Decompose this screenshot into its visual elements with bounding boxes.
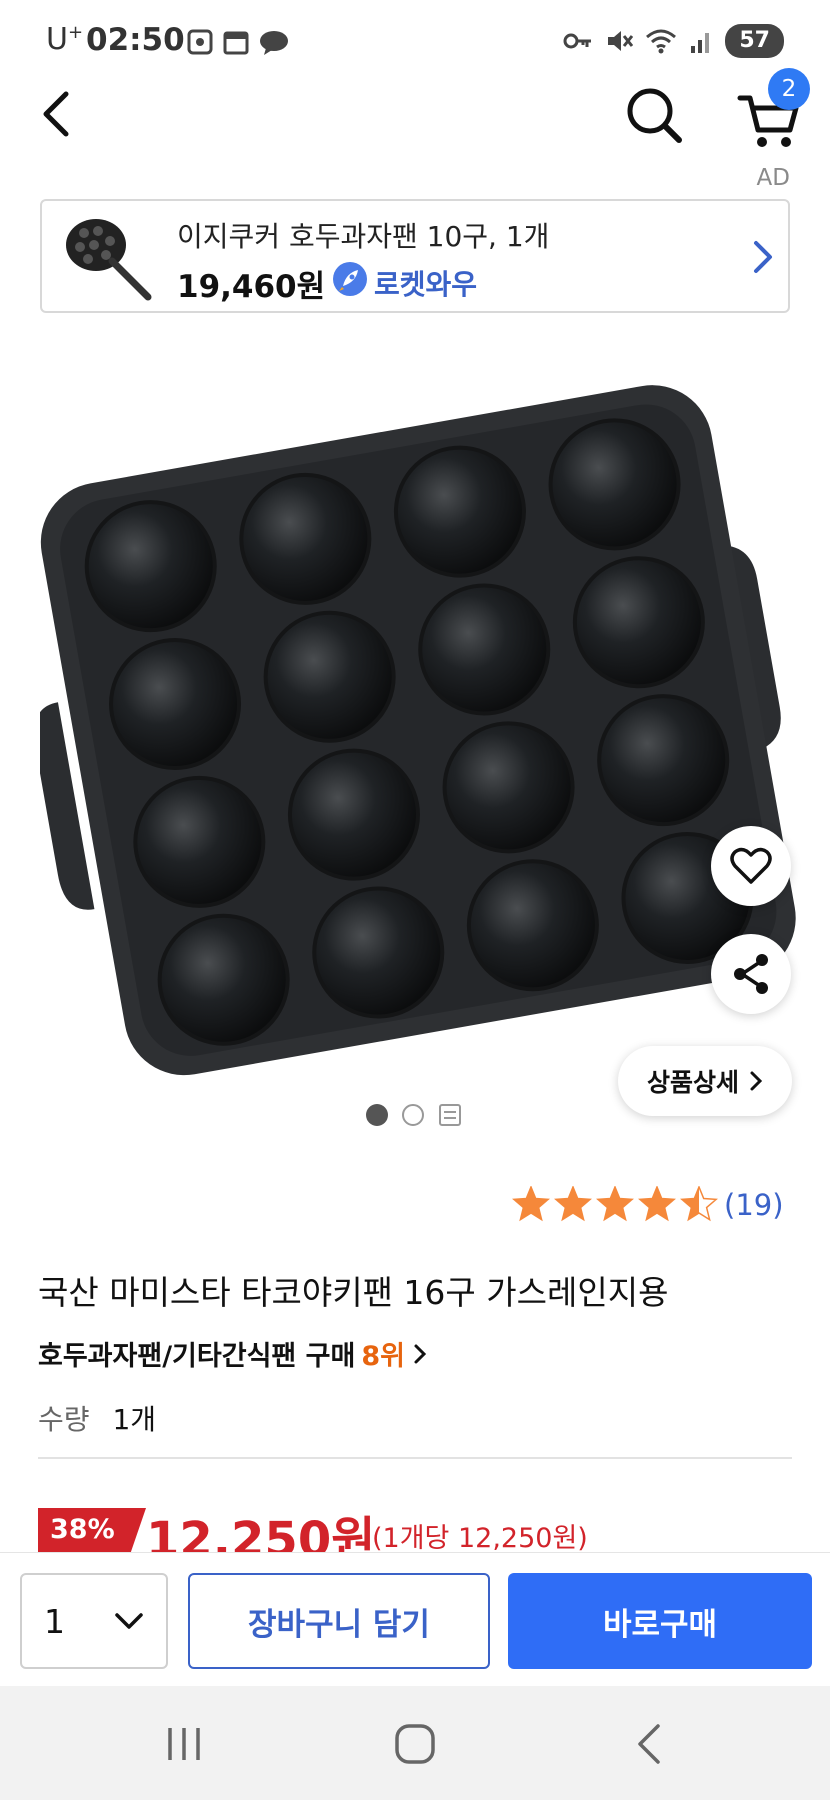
- notification-icons: [186, 28, 290, 56]
- add-to-cart-button[interactable]: 장바구니 담기: [188, 1573, 490, 1669]
- ad-label: AD: [756, 165, 790, 191]
- cart-count-badge: 2: [768, 68, 810, 110]
- status-bar: U+ 02:50 57: [0, 0, 830, 80]
- image-pagination: [366, 1103, 462, 1127]
- star-icon: [638, 1186, 676, 1222]
- star-icon: [680, 1186, 718, 1222]
- product-detail-button[interactable]: 상품상세: [618, 1046, 792, 1116]
- battery-indicator: 57: [725, 24, 784, 58]
- page-dot-active[interactable]: [366, 1104, 388, 1126]
- discount-badge: 38%: [38, 1508, 146, 1552]
- carrier-label: U+: [46, 22, 84, 57]
- search-icon: [627, 88, 682, 143]
- back-nav-icon[interactable]: [634, 1722, 664, 1766]
- key-icon: [563, 33, 592, 49]
- calendar-icon: [223, 31, 249, 55]
- chevron-right-icon: [414, 1344, 427, 1363]
- product-title: 국산 마미스타 타코야키팬 16구 가스레인지용: [38, 1273, 669, 1312]
- star-icon: [554, 1186, 592, 1222]
- home-icon[interactable]: [394, 1722, 436, 1766]
- clock: 02:50: [86, 22, 185, 58]
- chevron-down-icon: [115, 1613, 143, 1629]
- share-button[interactable]: [711, 934, 791, 1014]
- quantity-select[interactable]: 1: [20, 1573, 168, 1669]
- review-count-link[interactable]: (19): [724, 1188, 784, 1222]
- chevron-right-icon: [750, 1071, 763, 1091]
- page-dot[interactable]: [402, 1104, 424, 1126]
- product-detail-label: 상품상세: [646, 1068, 739, 1097]
- quantity-select-value: 1: [44, 1601, 65, 1641]
- detail-page-icon: [439, 1104, 461, 1126]
- ad-price: 19,460원: [177, 269, 326, 305]
- system-nav-bar: [0, 1686, 830, 1800]
- ad-title: 이지쿠커 호두과자팬 10구, 1개: [177, 220, 550, 253]
- heart-icon: [730, 847, 772, 884]
- ad-product-thumbnail: [66, 219, 152, 301]
- chevron-right-icon: [754, 241, 772, 273]
- search-button[interactable]: [620, 80, 690, 150]
- screenshot-icon: [187, 29, 213, 55]
- chevron-left-icon: [43, 91, 69, 137]
- signal-icon: [691, 33, 710, 53]
- rocket-wow-label: 로켓와우: [374, 268, 478, 301]
- mute-icon: [608, 31, 634, 51]
- star-rating: [512, 1186, 718, 1224]
- back-button[interactable]: [30, 82, 84, 146]
- share-icon: [734, 954, 768, 994]
- divider: [38, 1457, 792, 1459]
- buy-now-button[interactable]: 바로구매: [508, 1573, 812, 1669]
- bottom-action-bar: 1 장바구니 담기 바로구매: [0, 1552, 830, 1686]
- wishlist-button[interactable]: [711, 826, 791, 906]
- rank-category: 호두과자팬/기타간식팬 구매: [38, 1341, 356, 1372]
- category-rank[interactable]: 호두과자팬/기타간식팬 구매 8위: [38, 1334, 427, 1373]
- rocket-wow-icon: [333, 262, 367, 296]
- recents-icon[interactable]: [164, 1724, 204, 1764]
- unit-price: (1개당 12,250원): [372, 1523, 588, 1554]
- star-icon: [596, 1186, 634, 1222]
- product-image[interactable]: [40, 370, 800, 1090]
- quantity-info: 수량 1개: [38, 1398, 156, 1438]
- rank-value: 8위: [361, 1341, 405, 1372]
- chat-icon: [260, 31, 288, 55]
- quantity-value: 1개: [112, 1403, 157, 1436]
- system-icons: 57: [563, 24, 784, 58]
- quantity-label: 수량: [38, 1403, 90, 1436]
- ad-banner[interactable]: 이지쿠커 호두과자팬 10구, 1개 19,460원 로켓와우: [40, 199, 790, 313]
- wifi-icon: [646, 29, 677, 54]
- star-icon: [512, 1186, 550, 1222]
